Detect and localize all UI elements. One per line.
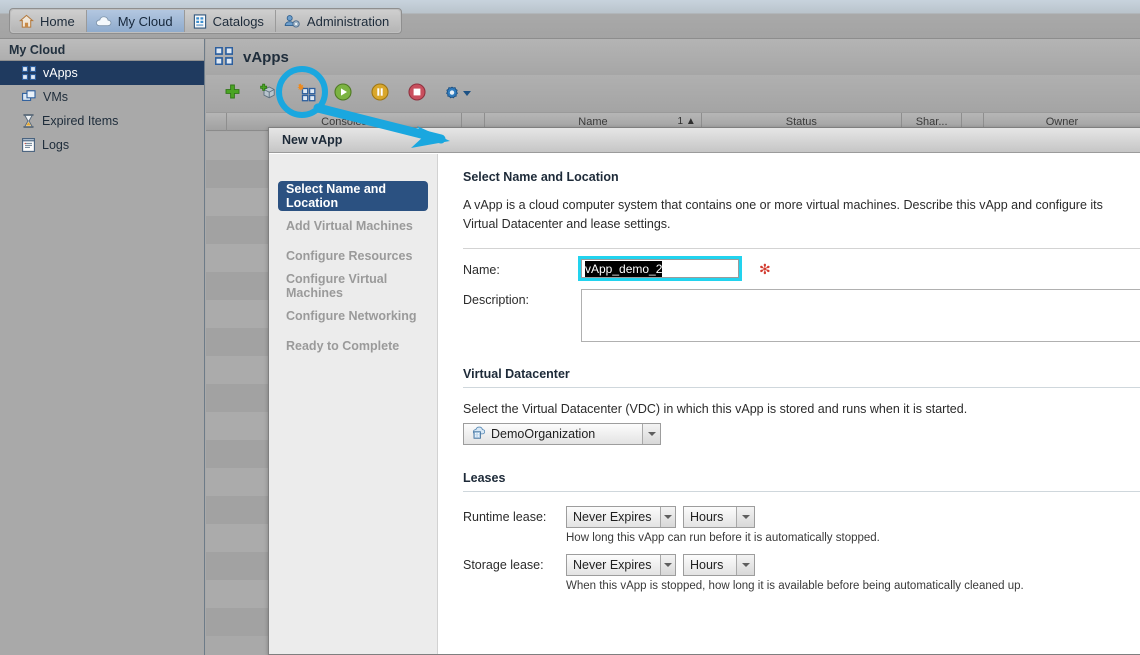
storage-lease-unit-select[interactable]: Hours [683, 554, 755, 576]
sidebar-item-logs[interactable]: Logs [0, 133, 204, 157]
runtime-lease-value: Never Expires [573, 510, 652, 524]
suspend-button[interactable] [368, 82, 392, 106]
chevron-down-icon[interactable] [736, 555, 754, 575]
leases-heading: Leases [463, 471, 506, 485]
storage-lease-label: Storage lease: [463, 558, 544, 572]
wizard-step-select-name-and-location[interactable]: Select Name and Location [278, 181, 428, 211]
chevron-down-icon[interactable] [659, 555, 675, 575]
tab-administration[interactable]: Administration [275, 10, 401, 32]
runtime-lease-label: Runtime lease: [463, 510, 547, 524]
application-window: Home My Cloud Catalogs Administration My… [0, 0, 1140, 655]
pane-heading: Select Name and Location [463, 170, 619, 184]
cloud-icon [95, 14, 112, 28]
chevron-down-icon[interactable] [642, 424, 660, 444]
name-required-marker: ✻ [759, 261, 771, 277]
tab-catalogs-label: Catalogs [212, 13, 264, 29]
vapps-toolbar [206, 75, 1140, 113]
stop-button[interactable] [405, 82, 429, 106]
name-label: Name: [463, 263, 500, 277]
wizard-pane: Select Name and Location A vApp is a clo… [438, 154, 1140, 654]
name-input[interactable]: vApp_demo_2 [578, 256, 742, 281]
description-field-row: Description: [463, 289, 1140, 342]
stop-icon [408, 83, 426, 104]
wizard-step-add-virtual-machines[interactable]: Add Virtual Machines [278, 211, 428, 241]
grid-col-checkbox[interactable] [206, 112, 228, 131]
org-vdc-icon [470, 426, 486, 442]
chevron-down-icon[interactable] [736, 507, 754, 527]
runtime-lease-row: Runtime lease: Never Expires Hours How l… [463, 506, 1140, 544]
home-icon [19, 14, 34, 29]
wizard-step-configure-resources[interactable]: Configure Resources [278, 241, 428, 271]
runtime-lease-unit-value: Hours [690, 510, 724, 524]
wizard-step-ready-to-complete[interactable]: Ready to Complete [278, 331, 428, 361]
tab-my-cloud[interactable]: My Cloud [86, 10, 185, 32]
sidebar-item-vapps-label: vApps [43, 66, 78, 80]
add-vapp-from-catalog-button[interactable] [257, 82, 281, 106]
catalog-icon [193, 13, 207, 29]
leases-section: Leases Runtime lease: Never Expires Hour… [438, 471, 1140, 592]
top-navigation-bar: Home My Cloud Catalogs Administration [0, 0, 1140, 39]
divider [463, 248, 1140, 249]
storage-lease-value: Never Expires [573, 558, 652, 572]
vapps-icon [214, 46, 234, 68]
tab-administration-label: Administration [306, 13, 390, 29]
main-tab-strip: Home My Cloud Catalogs Administration [9, 8, 403, 34]
virtual-datacenter-section: Virtual Datacenter Select the Virtual Da… [438, 367, 1140, 445]
tab-my-cloud-label: My Cloud [117, 13, 173, 29]
description-label: Description: [463, 293, 529, 307]
chevron-down-icon[interactable] [659, 507, 675, 527]
storage-lease-unit-value: Hours [690, 558, 724, 572]
left-sidebar: My Cloud vApps VMs Expired Items Logs [0, 39, 205, 655]
page-title: vApps [243, 48, 289, 66]
sidebar-item-vms-label: VMs [43, 90, 68, 104]
vdc-select[interactable]: DemoOrganization [463, 423, 661, 445]
actions-menu-button[interactable] [442, 82, 472, 106]
name-input-value: vApp_demo_2 [585, 260, 663, 277]
sidebar-item-expired-items-label: Expired Items [42, 114, 119, 128]
wizard-step-list: Select Name and Location Add Virtual Mac… [269, 154, 438, 654]
dialog-title: New vApp [269, 128, 1140, 153]
start-button[interactable] [331, 82, 355, 106]
hourglass-icon [22, 114, 35, 128]
storage-lease-row: Storage lease: Never Expires Hours When … [463, 554, 1140, 592]
runtime-lease-hint: How long this vApp can run before it is … [566, 532, 880, 544]
sidebar-item-vapps[interactable]: vApps [0, 61, 204, 85]
storage-lease-hint: When this vApp is stopped, how long it i… [566, 580, 1024, 592]
description-textarea[interactable] [581, 289, 1140, 342]
sidebar-item-vms[interactable]: VMs [0, 85, 204, 109]
new-vapp-dialog: New vApp Select Name and Location Add Vi… [268, 127, 1140, 655]
tab-home-label: Home [40, 13, 75, 29]
runtime-lease-unit-select[interactable]: Hours [683, 506, 755, 528]
green-box-icon [259, 83, 279, 104]
name-field-row: Name: vApp_demo_2 ✻ [463, 256, 1140, 281]
wizard-step-configure-networking[interactable]: Configure Networking [278, 301, 428, 331]
wizard-step-configure-virtual-machines[interactable]: Configure Virtual Machines [278, 271, 428, 301]
divider [463, 387, 1140, 388]
virtual-datacenter-heading: Virtual Datacenter [463, 367, 570, 381]
pane-description: A vApp is a cloud computer system that c… [463, 198, 1103, 231]
pause-icon [371, 83, 389, 104]
storage-lease-select[interactable]: Never Expires [566, 554, 676, 576]
logs-icon [22, 138, 35, 152]
gear-dropdown-icon [443, 85, 471, 103]
new-vapp-icon [296, 83, 316, 105]
vdc-select-value: DemoOrganization [491, 427, 596, 441]
new-vapp-button[interactable] [294, 82, 318, 106]
dialog-body: Select Name and Location Add Virtual Mac… [269, 154, 1140, 654]
tab-home[interactable]: Home [11, 10, 87, 32]
virtual-datacenter-help: Select the Virtual Datacenter (VDC) in w… [463, 402, 968, 416]
content-header: vApps [206, 39, 1140, 75]
tab-catalogs[interactable]: Catalogs [184, 10, 276, 32]
runtime-lease-select[interactable]: Never Expires [566, 506, 676, 528]
sidebar-item-expired-items[interactable]: Expired Items [0, 109, 204, 133]
vms-icon [22, 90, 36, 104]
add-vapp-button[interactable] [220, 82, 244, 106]
divider [463, 491, 1140, 492]
vapps-icon [22, 66, 36, 80]
play-icon [334, 83, 352, 104]
green-plus-icon [224, 84, 241, 104]
sidebar-title: My Cloud [0, 39, 204, 61]
administration-icon [284, 14, 301, 29]
sidebar-item-logs-label: Logs [42, 138, 70, 152]
